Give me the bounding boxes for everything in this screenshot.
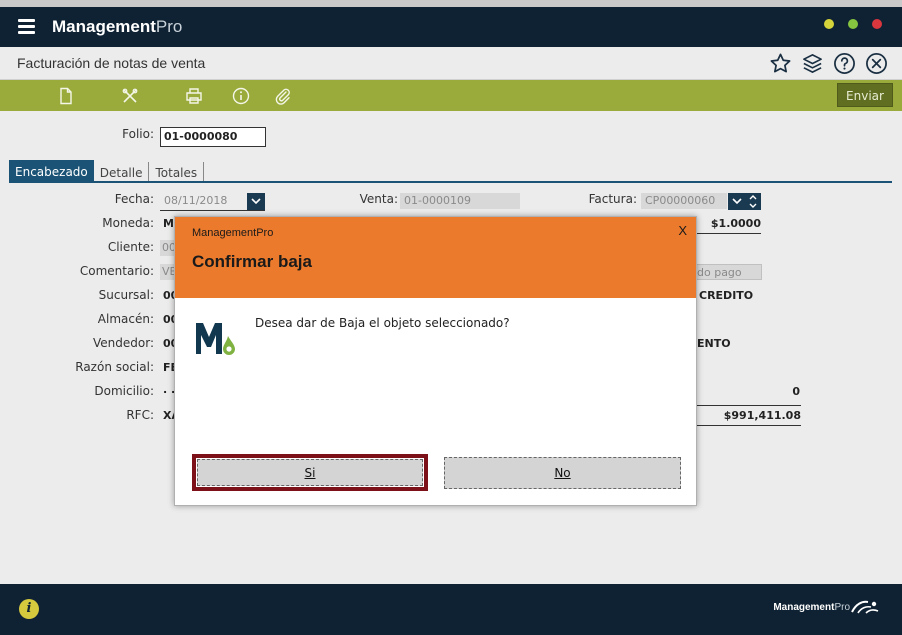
confirm-dialog: ManagementPro X Confirmar baja Desea dar… bbox=[174, 216, 697, 506]
tab-underline bbox=[9, 181, 892, 183]
rfc-label: RFC: bbox=[126, 408, 154, 422]
zero-value: 0 bbox=[792, 385, 800, 398]
dialog-app-name: ManagementPro bbox=[192, 227, 274, 239]
yes-button[interactable]: Si bbox=[197, 459, 423, 486]
yes-button-focus-ring: Si bbox=[192, 454, 428, 491]
fecha-label: Fecha: bbox=[114, 192, 154, 206]
tab-totales[interactable]: Totales bbox=[149, 162, 205, 182]
venta-input[interactable]: 01-0000109 bbox=[400, 193, 520, 209]
tab-encabezado[interactable]: Encabezado bbox=[9, 160, 94, 182]
comentario-label: Comentario: bbox=[79, 264, 154, 278]
factura-input[interactable]: CP00000060 bbox=[641, 193, 727, 209]
factura-dropdown-button[interactable] bbox=[728, 193, 746, 210]
credito-value: CREDITO bbox=[699, 289, 754, 302]
page-titlebar: Facturación de notas de venta bbox=[0, 47, 902, 80]
razon-social-label: Razón social: bbox=[75, 360, 154, 374]
app-footer: i ManagementPro bbox=[0, 584, 902, 635]
dialog-header: ManagementPro X Confirmar baja bbox=[175, 217, 696, 298]
total-topline bbox=[697, 405, 801, 406]
metodo-pago-input[interactable]: do pago bbox=[694, 264, 762, 280]
chevron-down-icon bbox=[732, 198, 742, 205]
close-circle-icon[interactable] bbox=[865, 52, 888, 75]
cliente-label: Cliente: bbox=[107, 240, 154, 254]
menu-icon[interactable] bbox=[18, 19, 35, 34]
folio-input[interactable]: 01-0000080 bbox=[160, 127, 266, 147]
total-value: $991,411.08 bbox=[723, 409, 801, 422]
fecha-input[interactable]: 08/11/2018 bbox=[160, 193, 242, 209]
domicilio-label: Domicilio: bbox=[94, 384, 154, 398]
dialog-title: Confirmar baja bbox=[192, 252, 312, 271]
info-icon[interactable]: i bbox=[19, 599, 39, 619]
info-icon[interactable] bbox=[232, 87, 250, 105]
help-icon[interactable] bbox=[833, 52, 856, 75]
minimize-icon[interactable] bbox=[824, 19, 834, 29]
delete-icon[interactable] bbox=[121, 87, 139, 105]
footer-brand: ManagementPro bbox=[773, 602, 850, 613]
maximize-icon[interactable] bbox=[848, 19, 858, 29]
tab-bar: Encabezado Detalle Totales bbox=[9, 160, 205, 182]
dialog-close-button[interactable]: X bbox=[678, 223, 687, 238]
star-icon[interactable] bbox=[769, 52, 792, 75]
sucursal-label: Sucursal: bbox=[98, 288, 154, 302]
app-brand: ManagementPro bbox=[52, 17, 183, 36]
print-icon[interactable] bbox=[185, 87, 203, 105]
venta-label: Venta: bbox=[359, 192, 398, 206]
close-window-icon[interactable] bbox=[872, 19, 882, 29]
up-down-icon bbox=[749, 195, 757, 208]
layers-icon[interactable] bbox=[801, 52, 824, 75]
vendedor-label: Vendedor: bbox=[93, 336, 154, 350]
brand-logo-icon bbox=[851, 600, 879, 614]
vento-value: ENTO bbox=[697, 337, 731, 350]
moneda-value: M bbox=[163, 217, 174, 230]
folio-label: Folio: bbox=[122, 127, 154, 141]
action-toolbar: Enviar bbox=[0, 80, 902, 111]
moneda-label: Moneda: bbox=[102, 216, 154, 230]
factura-stepper[interactable] bbox=[745, 193, 761, 210]
no-button[interactable]: No bbox=[444, 457, 681, 489]
tipo-cambio-underline bbox=[690, 233, 761, 234]
fecha-calendar-button[interactable] bbox=[247, 193, 265, 210]
total-underline bbox=[697, 425, 801, 426]
fecha-underline bbox=[160, 210, 265, 211]
factura-label: Factura: bbox=[588, 192, 637, 206]
tab-detalle[interactable]: Detalle bbox=[94, 162, 150, 182]
title-icons bbox=[769, 52, 888, 75]
app-header: ManagementPro bbox=[0, 0, 902, 47]
almacen-label: Almacén: bbox=[97, 312, 154, 326]
chevron-down-icon bbox=[251, 198, 261, 205]
dialog-message: Desea dar de Baja el objeto seleccionado… bbox=[255, 316, 510, 330]
tipo-cambio-value: $1.0000 bbox=[710, 217, 761, 230]
new-document-icon[interactable] bbox=[57, 87, 75, 105]
page-title: Facturación de notas de venta bbox=[17, 55, 206, 71]
send-button[interactable]: Enviar bbox=[837, 83, 893, 107]
brand-logo-icon bbox=[196, 323, 235, 355]
attach-icon[interactable] bbox=[273, 87, 291, 105]
